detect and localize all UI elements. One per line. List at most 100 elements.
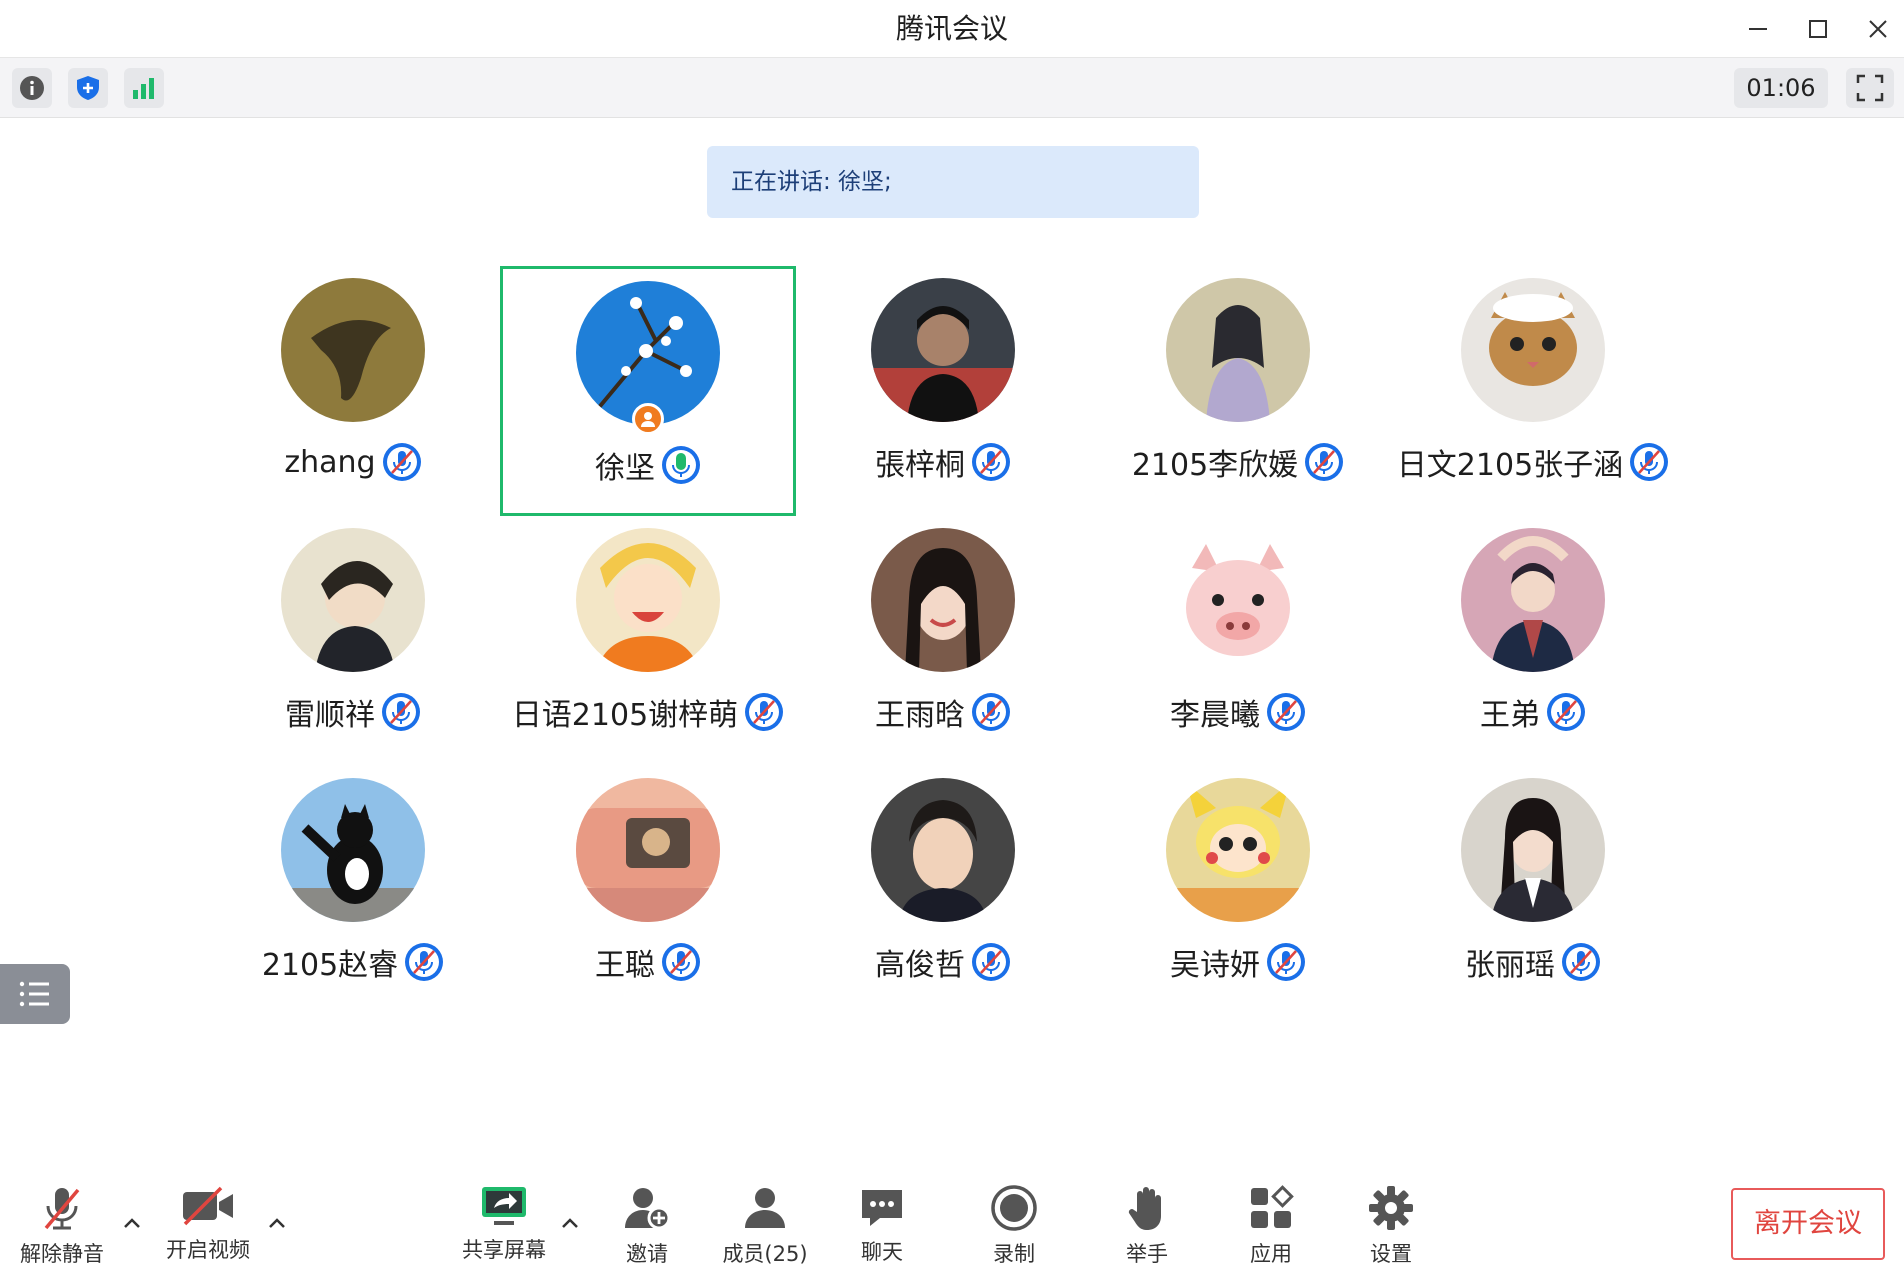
participant-name-line: 2105李欣媛 xyxy=(1090,440,1386,484)
share-screen-icon xyxy=(482,1187,526,1225)
security-button[interactable] xyxy=(68,68,108,108)
participant-tile[interactable]: 日语2105谢梓萌 xyxy=(500,516,796,766)
participant-name-line: 日文2105张子涵 xyxy=(1385,440,1681,484)
avatar xyxy=(1166,528,1310,672)
network-status-button[interactable] xyxy=(124,68,164,108)
fullscreen-button[interactable] xyxy=(1846,68,1894,108)
chat-button[interactable]: 聊天 xyxy=(822,1184,942,1264)
record-button[interactable]: 录制 xyxy=(954,1184,1074,1266)
participant-name: 日语2105谢梓萌 xyxy=(511,698,739,733)
participant-name: 王雨晗 xyxy=(875,698,965,733)
participant-name-line: 日语2105谢梓萌 xyxy=(500,690,796,734)
mic-muted-icon xyxy=(745,693,784,731)
host-badge-icon xyxy=(632,403,664,435)
participant-name-line: 张丽瑶 xyxy=(1385,940,1681,984)
participant-tile[interactable]: 徐坚 xyxy=(500,266,796,516)
unmute-button[interactable]: 解除静音 xyxy=(2,1184,122,1266)
meeting-timer: 01:06 xyxy=(1734,68,1828,108)
mic-muted-icon xyxy=(1267,693,1305,731)
video-options-chevron-icon[interactable] xyxy=(265,1212,289,1236)
avatar xyxy=(1461,528,1605,672)
list-icon xyxy=(19,981,49,1007)
participant-name: 李晨曦 xyxy=(1170,698,1260,733)
signal-icon xyxy=(133,78,154,99)
participant-name-line: 雷顺祥 xyxy=(205,690,501,734)
mic-muted-icon xyxy=(972,943,1010,981)
participant-tile[interactable]: 雷顺祥 xyxy=(205,516,501,766)
avatar xyxy=(281,278,425,422)
participant-name-line: 2105赵睿 xyxy=(205,940,501,984)
minimize-button[interactable] xyxy=(1736,8,1780,50)
info-icon xyxy=(20,76,44,100)
fullscreen-icon xyxy=(1856,74,1884,102)
mic-muted-icon xyxy=(1630,443,1669,481)
window-title: 腾讯会议 xyxy=(895,12,1008,45)
share-options-chevron-icon[interactable] xyxy=(558,1212,582,1236)
chat-icon xyxy=(862,1190,902,1226)
avatar xyxy=(1461,778,1605,922)
start-video-button[interactable]: 开启视频 xyxy=(148,1184,268,1264)
share-screen-button[interactable]: 共享屏幕 xyxy=(444,1184,564,1264)
participant-name-line: 高俊哲 xyxy=(795,940,1091,984)
participant-list-toggle[interactable] xyxy=(0,964,70,1024)
participant-tile[interactable]: 2105赵睿 xyxy=(205,766,501,1016)
participant-name-line: 王弟 xyxy=(1385,690,1681,734)
participant-tile[interactable]: 王聪 xyxy=(500,766,796,1016)
apps-button[interactable]: 应用 xyxy=(1211,1184,1331,1266)
avatar xyxy=(1461,278,1605,422)
avatar xyxy=(1166,278,1310,422)
bottom-control-bar: 解除静音 开启视频 共享屏幕 邀请 成员(25) 聊天 录制 举手 应用 设置 … xyxy=(0,1170,1904,1266)
minimize-icon xyxy=(1749,28,1767,30)
participant-name-line: zhang xyxy=(205,440,501,484)
participant-name: 王聪 xyxy=(595,948,655,983)
participant-tile[interactable]: 王雨晗 xyxy=(795,516,1091,766)
avatar xyxy=(576,528,720,672)
leave-meeting-button[interactable]: 离开会议 xyxy=(1731,1188,1885,1260)
apps-icon xyxy=(1251,1185,1294,1228)
gear-icon xyxy=(1369,1186,1413,1230)
participant-tile[interactable]: 日文2105张子涵 xyxy=(1385,266,1681,516)
participant-tile[interactable]: 吴诗妍 xyxy=(1090,766,1386,1016)
meeting-window: 腾讯会议 01:06 正在讲话: 徐坚; zhang 徐坚 張梓桐 2105李欣媛 日文… xyxy=(0,0,1904,1266)
participant-tile[interactable]: 李晨曦 xyxy=(1090,516,1386,766)
participant-tile[interactable]: zhang xyxy=(205,266,501,516)
audio-options-chevron-icon[interactable] xyxy=(120,1212,144,1236)
members-button[interactable]: 成员(25) xyxy=(705,1184,825,1266)
participant-name: zhang xyxy=(284,444,376,480)
mic-muted-icon xyxy=(382,693,420,731)
hand-icon xyxy=(1128,1187,1161,1230)
maximize-button[interactable] xyxy=(1796,8,1840,50)
participant-name: 张丽瑶 xyxy=(1465,948,1555,983)
participant-tile[interactable]: 张丽瑶 xyxy=(1385,766,1681,1016)
avatar xyxy=(576,778,720,922)
avatar xyxy=(281,528,425,672)
info-toolbar: 01:06 xyxy=(0,58,1904,118)
participant-tile[interactable]: 王弟 xyxy=(1385,516,1681,766)
meeting-info-button[interactable] xyxy=(12,68,52,108)
participant-tile[interactable]: 張梓桐 xyxy=(795,266,1091,516)
mic-muted-icon xyxy=(662,943,700,981)
invite-button[interactable]: 邀请 xyxy=(587,1184,707,1266)
raise-hand-button[interactable]: 举手 xyxy=(1087,1184,1207,1266)
participant-name: 雷顺祥 xyxy=(285,698,375,733)
settings-button[interactable]: 设置 xyxy=(1331,1184,1451,1266)
invite-icon xyxy=(625,1188,671,1230)
participant-name: 2105李欣媛 xyxy=(1131,448,1299,483)
avatar xyxy=(871,778,1015,922)
participant-name-line: 張梓桐 xyxy=(795,440,1091,484)
members-icon xyxy=(745,1188,785,1228)
close-button[interactable] xyxy=(1856,8,1900,50)
participant-name-line: 王聪 xyxy=(500,940,796,984)
avatar xyxy=(281,778,425,922)
participant-tile[interactable]: 高俊哲 xyxy=(795,766,1091,1016)
mic-muted-icon xyxy=(382,443,421,481)
speaking-indicator: 正在讲话: 徐坚; xyxy=(707,146,1199,218)
participant-name: 吴诗妍 xyxy=(1170,948,1260,983)
participant-tile[interactable]: 2105李欣媛 xyxy=(1090,266,1386,516)
mic-muted-icon xyxy=(1562,943,1600,981)
avatar xyxy=(1166,778,1310,922)
participant-name: 2105赵睿 xyxy=(261,948,399,983)
participant-name-line: 徐坚 xyxy=(503,443,793,487)
mic-muted-icon xyxy=(972,693,1010,731)
title-bar: 腾讯会议 xyxy=(0,0,1904,58)
